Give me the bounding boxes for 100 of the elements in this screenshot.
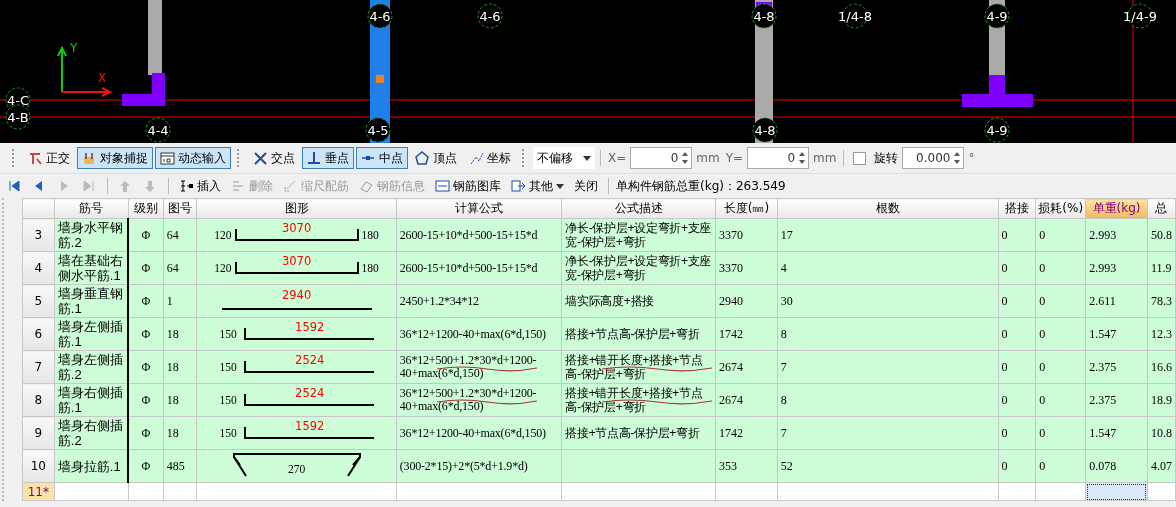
table-cell: 0: [1035, 317, 1086, 351]
y-label: Y=: [724, 151, 745, 165]
table-cell: 搭接+节点高-保护层+弯折: [561, 416, 716, 450]
input-icon: [160, 150, 175, 166]
column-header[interactable]: 总: [1147, 198, 1176, 219]
column-header[interactable]: 图号: [163, 198, 197, 219]
row-number: 6: [22, 317, 55, 351]
table-cell: 2600-15+10*d+500-15+15*d: [396, 251, 562, 285]
offset-dropdown[interactable]: 不偏移: [533, 147, 595, 169]
table-cell: 8: [777, 383, 999, 417]
grid-bubble: 4-B: [5, 104, 31, 130]
rotate-checkbox[interactable]: [853, 151, 867, 165]
row-number: 7: [22, 350, 55, 384]
export-icon: [511, 178, 526, 194]
table-cell: 墙身左侧插筋.2: [54, 350, 129, 384]
insert-icon: [179, 178, 194, 194]
shape-length: 2524: [295, 386, 325, 400]
table-cell: 墙身拉筋.1: [54, 449, 129, 483]
rotate-field[interactable]: 0.000: [902, 147, 965, 169]
shape-dimension: 150: [219, 360, 237, 374]
shape-dimension: 120: [214, 228, 232, 242]
table-cell: 2.375: [1085, 350, 1148, 384]
snap-tool-button[interactable]: 对象捕捉: [77, 147, 153, 169]
table-cell: 2.375: [1085, 383, 1148, 417]
library-icon: [435, 178, 450, 194]
rotate-label: 旋转: [873, 149, 900, 167]
table-cell: 30: [777, 284, 999, 318]
shape-dimension: 150: [219, 426, 237, 440]
table-cell: 2.611: [1085, 284, 1148, 318]
column-header[interactable]: 计算公式: [396, 198, 562, 219]
table-cell: 0: [1035, 383, 1086, 417]
snap-tool-button[interactable]: 中点: [356, 147, 408, 169]
table-cell: 4: [777, 251, 999, 285]
table-cell: 353: [715, 449, 778, 483]
row-number: 3: [22, 218, 55, 252]
arrow-icon: [118, 178, 133, 194]
grid-bubble: 4-6: [367, 3, 393, 29]
row-number: 4: [22, 251, 55, 285]
x-field[interactable]: 0: [630, 147, 693, 169]
snap-tool-button[interactable]: 交点: [248, 147, 300, 169]
table-cell: 0: [1035, 350, 1086, 384]
shape-length: 3070: [281, 221, 312, 235]
toolbar-button[interactable]: 钢筋图库: [432, 177, 504, 195]
column-header[interactable]: 图形: [196, 198, 397, 219]
column-header[interactable]: 损耗(%): [1035, 198, 1086, 219]
column-header[interactable]: 单重(kg): [1085, 198, 1148, 219]
column-header[interactable]: 级别: [128, 198, 164, 219]
cad-canvas[interactable]: 4-6 4-6 4-8 1/4-8 4-9 1/4-9 4-C 4-B 4-4 4-5 4-8 4-9 Y X: [0, 0, 1176, 143]
row-number: 5: [22, 284, 55, 318]
table-cell: 2674: [715, 350, 778, 384]
arrow-icon: [143, 178, 158, 194]
table-cell: 墙身右侧插筋.2: [54, 416, 129, 450]
degree-label: °: [967, 151, 976, 165]
toolbar-button[interactable]: 其他: [508, 177, 567, 195]
table-cell: 36*12+1200-40+max(6*d,150): [396, 317, 562, 351]
row-number: 10: [22, 449, 55, 483]
snap-tool-button[interactable]: 顶点: [410, 147, 462, 169]
shape-dimension: 180: [361, 228, 379, 242]
snap-tool-button[interactable]: 垂点: [302, 147, 354, 169]
scale-icon: [283, 178, 298, 194]
table-cell: 墙身垂直钢筋.1: [54, 284, 129, 318]
table-cell: 36*12+1200-40+max(6*d,150): [396, 416, 562, 450]
table-cell: 搭接+错开长度+搭接+节点高-保护层+弯折: [561, 350, 716, 384]
snap-tool-button[interactable]: 动态输入: [155, 147, 231, 169]
column-header[interactable]: 筋号: [54, 198, 129, 219]
unit-label: mm: [695, 151, 721, 165]
table-cell: 36*12+500+1.2*30*d+1200-40+max(6*d,150): [396, 383, 562, 417]
toolbar-button[interactable]: 关闭: [571, 177, 601, 195]
y-field[interactable]: 0: [747, 147, 810, 169]
table-cell: 2674: [715, 383, 778, 417]
snap-tool-button[interactable]: 坐标: [464, 147, 516, 169]
column-header[interactable]: 根数: [777, 198, 999, 219]
pentagon-icon: [415, 150, 430, 166]
snap-tool-button[interactable]: 正交: [23, 147, 75, 169]
shape-length: 1592: [295, 320, 325, 334]
column-footing: [122, 73, 165, 106]
table-cell: 0: [1035, 416, 1086, 450]
grid-bubble: 4-9: [984, 117, 1010, 143]
shape-length: 3070: [281, 254, 312, 268]
row-number: 8: [22, 383, 55, 417]
column-header[interactable]: 搭接: [998, 198, 1036, 219]
row-number: 9: [22, 416, 55, 450]
toolbar-button[interactable]: 插入: [176, 177, 224, 195]
table-cell: 2940: [715, 284, 778, 318]
table-cell: 0: [1035, 284, 1086, 318]
grid-bubble: 4-8: [752, 117, 778, 143]
column-header[interactable]: 公式描述: [561, 198, 716, 219]
table-cell: 0: [1035, 251, 1086, 285]
x-label: X=: [607, 151, 628, 165]
table-cell: 1.547: [1085, 416, 1148, 450]
table-cell: 净长-保护层+设定弯折+支座宽-保护层+弯折: [561, 218, 716, 252]
unit-label: mm: [812, 151, 838, 165]
table-cell: 2.993: [1085, 218, 1148, 252]
table-cell: 7: [777, 416, 999, 450]
table-cell: 2.993: [1085, 251, 1148, 285]
column-header[interactable]: 长度(㎜): [715, 198, 778, 219]
table-cell: 0.078: [1085, 449, 1148, 483]
perpendicular-icon: [307, 150, 322, 166]
table-cell: 墙身右侧插筋.1: [54, 383, 129, 417]
table-cell: 1742: [715, 317, 778, 351]
